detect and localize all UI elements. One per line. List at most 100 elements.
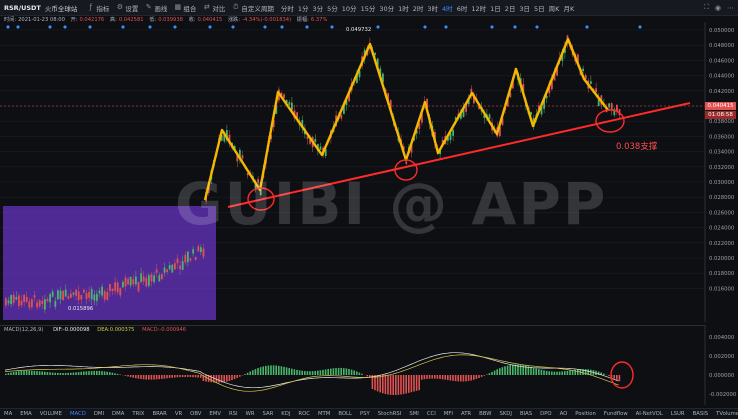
macd-bar	[450, 375, 452, 380]
indicator-tab-23[interactable]: ATR	[461, 411, 471, 417]
indicator-tab-31[interactable]: AI-NetVOL	[636, 411, 663, 417]
event-marker[interactable]	[231, 25, 235, 29]
event-marker[interactable]	[444, 25, 448, 29]
timeframe-1[interactable]: 1分	[298, 3, 309, 13]
candle	[15, 297, 17, 299]
event-marker[interactable]	[121, 25, 125, 29]
event-marker[interactable]	[173, 25, 177, 29]
timeframe-9[interactable]: 3时	[427, 3, 438, 13]
macd-bar	[564, 371, 566, 375]
timeframe-18[interactable]: 月K	[563, 3, 574, 13]
indicator-tab-7[interactable]: BRAR	[152, 411, 166, 417]
timeframe-10[interactable]: 4时	[442, 3, 453, 13]
indicator-tab-28[interactable]: AO	[560, 411, 568, 417]
macd-bar	[288, 368, 290, 375]
timeframe-17[interactable]: 周K	[549, 3, 560, 13]
settings-button[interactable]: ⚙设置	[116, 3, 138, 13]
indicator-tab-24[interactable]: BBW	[479, 411, 491, 417]
timeframe-15[interactable]: 3日	[519, 3, 530, 13]
indicator-tab-3[interactable]: MACD	[70, 411, 86, 417]
indicator-tab-26[interactable]: BIAS	[520, 411, 532, 417]
indicator-tab-29[interactable]: Position	[575, 411, 596, 417]
event-marker[interactable]	[16, 25, 20, 29]
event-marker[interactable]	[535, 25, 539, 29]
indicator-tab-34[interactable]: TVolume	[716, 411, 738, 417]
indicator-tab-6[interactable]: TRIX	[132, 411, 144, 417]
indicator-tab-22[interactable]: MFI	[444, 411, 453, 417]
macd-tick-label: 0.002000	[709, 354, 735, 360]
indicator-tab-18[interactable]: PSY	[360, 411, 370, 417]
event-marker[interactable]	[490, 25, 494, 29]
timeframe-7[interactable]: 1时	[398, 3, 409, 13]
indicator-tab-5[interactable]: DMA	[112, 411, 124, 417]
event-marker[interactable]	[148, 25, 152, 29]
event-marker[interactable]	[305, 25, 309, 29]
timeframe-14[interactable]: 2日	[505, 3, 516, 13]
event-marker[interactable]	[585, 25, 589, 29]
timeframe-5[interactable]: 15分	[361, 3, 376, 13]
event-marker[interactable]	[48, 25, 52, 29]
indicator-tab-30[interactable]: Fundflow	[604, 411, 628, 417]
event-marker[interactable]	[638, 25, 642, 29]
macd-bar	[400, 375, 402, 395]
macd-bar	[346, 368, 348, 375]
indicator-tab-4[interactable]: DMI	[94, 411, 104, 417]
compare-button[interactable]: ⇄对比	[203, 3, 225, 13]
event-marker[interactable]	[376, 25, 380, 29]
event-marker[interactable]	[513, 25, 517, 29]
event-marker[interactable]	[263, 25, 267, 29]
timeframe-8[interactable]: 2时	[413, 3, 424, 13]
indicator-tab-21[interactable]: CCI	[427, 411, 436, 417]
indicator-tab-33[interactable]: BASIS	[693, 411, 709, 417]
event-marker[interactable]	[208, 25, 212, 29]
indicator-tab-19[interactable]: StochRSI	[378, 411, 402, 417]
combo-button[interactable]: ▦组合	[174, 3, 196, 13]
indicator-tab-20[interactable]: SMI	[409, 411, 419, 417]
fullscreen-icon[interactable]: ⛶	[704, 3, 709, 12]
indicator-button[interactable]: ƒ指标	[87, 3, 109, 13]
macd-tick-label: -0.002000	[709, 392, 737, 398]
indicator-tab-11[interactable]: RSI	[229, 411, 238, 417]
indicator-tab-25[interactable]: SKDJ	[499, 411, 511, 417]
macd-chart[interactable]: 0.0040000.0020000.000000-0.002000	[0, 325, 738, 405]
indicator-tab-0[interactable]: MA	[4, 411, 12, 417]
camera-icon[interactable]: ◉	[715, 4, 721, 12]
timeframe-0[interactable]: 分时	[281, 3, 294, 13]
event-marker[interactable]	[330, 25, 334, 29]
event-marker[interactable]	[280, 25, 284, 29]
indicator-tab-14[interactable]: KDJ	[281, 411, 290, 417]
macd-bar	[26, 371, 28, 375]
candle	[153, 275, 155, 282]
timeframe-13[interactable]: 1日	[490, 3, 501, 13]
timeframe-4[interactable]: 10分	[342, 3, 357, 13]
indicator-tab-2[interactable]: VOLUME	[40, 411, 62, 417]
timeframe-6[interactable]: 30分	[379, 3, 394, 13]
indicator-tab-15[interactable]: ROC	[298, 411, 310, 417]
event-marker[interactable]	[423, 25, 427, 29]
timeframe-12[interactable]: 12时	[471, 3, 486, 13]
event-marker[interactable]	[6, 25, 10, 29]
event-marker[interactable]	[88, 25, 92, 29]
indicator-tab-1[interactable]: EMA	[20, 411, 32, 417]
symbol-selector[interactable]: RSR/USDT 火币全球站	[4, 3, 77, 13]
indicator-tab-9[interactable]: OBV	[190, 411, 201, 417]
custom-period-button[interactable]: ⏱自定义周期	[232, 3, 274, 13]
timeframe-3[interactable]: 5分	[327, 3, 338, 13]
indicator-tab-10[interactable]: EMV	[209, 411, 221, 417]
event-marker[interactable]	[63, 25, 67, 29]
candle	[145, 278, 147, 286]
timeframe-16[interactable]: 5日	[534, 3, 545, 13]
timeframe-2[interactable]: 3分	[313, 3, 324, 13]
macd-bar	[218, 375, 220, 383]
draw-button[interactable]: ✎画线	[145, 3, 167, 13]
timeframe-11[interactable]: 6时	[457, 3, 468, 13]
indicator-tab-8[interactable]: VR	[175, 411, 182, 417]
macd-bar	[577, 369, 579, 375]
indicator-tab-27[interactable]: DPO	[540, 411, 551, 417]
more-icon[interactable]: ⋯	[727, 4, 734, 12]
indicator-tab-16[interactable]: MTM	[318, 411, 330, 417]
indicator-tab-12[interactable]: WR	[246, 411, 255, 417]
indicator-tab-13[interactable]: SAR	[263, 411, 274, 417]
indicator-tab-17[interactable]: BOLL	[338, 411, 352, 417]
indicator-tab-32[interactable]: LSUR	[671, 411, 685, 417]
